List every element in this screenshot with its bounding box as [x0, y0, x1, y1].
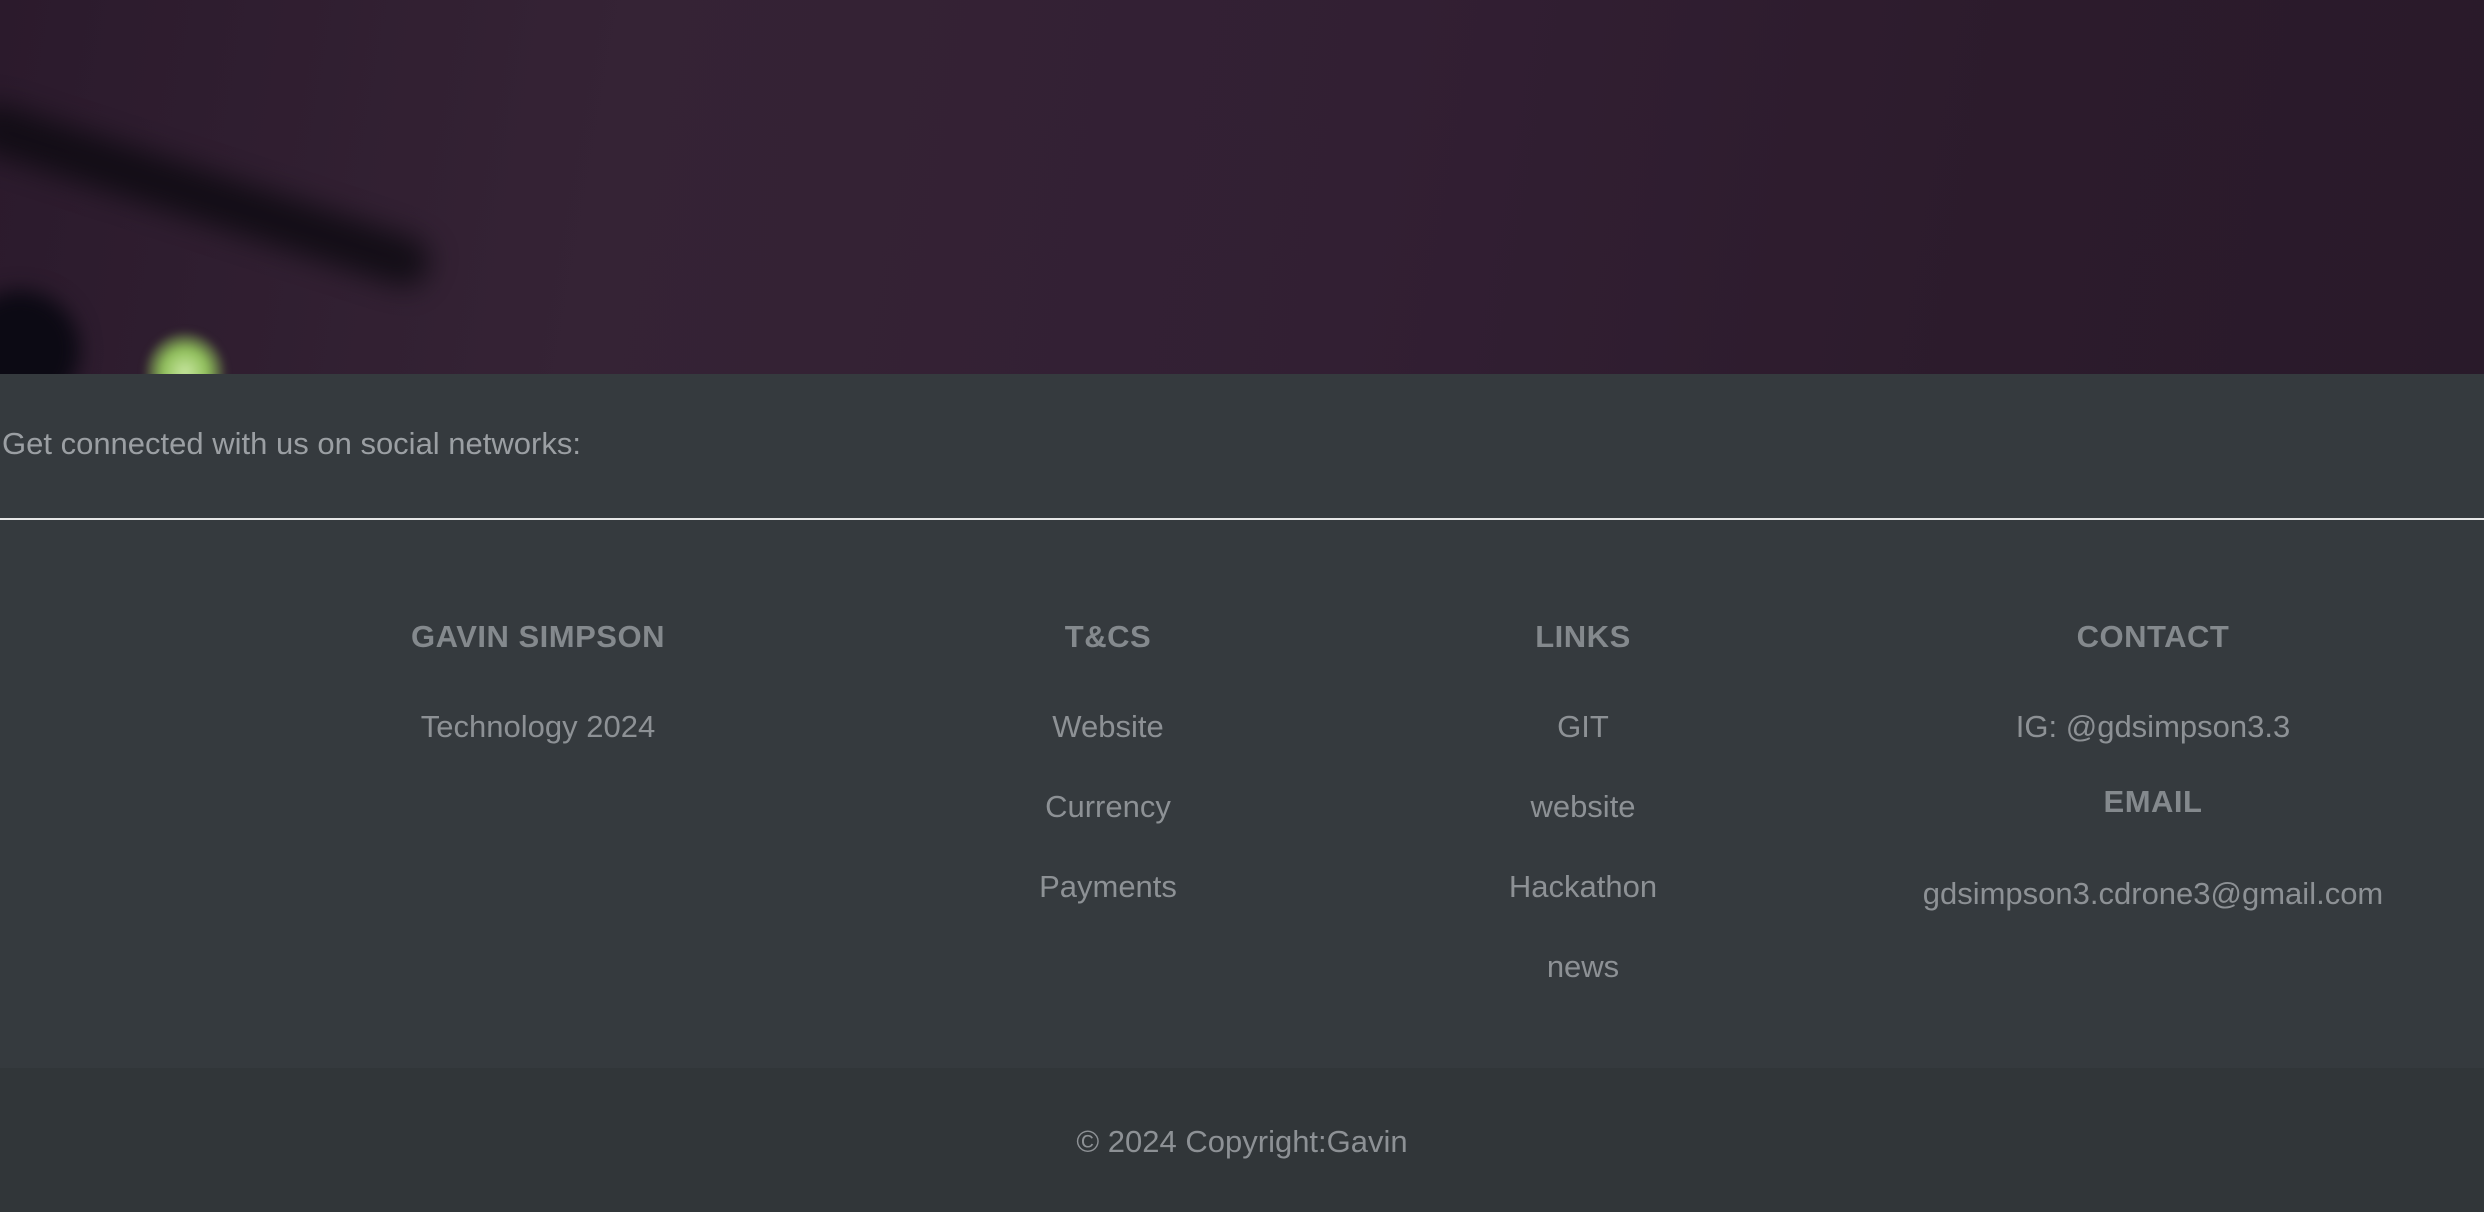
- hero-blur-shape: [0, 97, 436, 293]
- links-heading: LINKS: [1535, 619, 1631, 654]
- brand-heading: GAVIN SIMPSON: [411, 619, 665, 654]
- footer-main: GAVIN SIMPSON Technology 2024 T&CS Websi…: [0, 520, 2484, 1068]
- hero-background-image: [0, 0, 2484, 374]
- contact-email-link[interactable]: gdsimpson3.cdrone3@gmail.com: [1853, 876, 2453, 912]
- links-link-git[interactable]: GIT: [1383, 709, 1783, 745]
- links-link-hackathon[interactable]: Hackathon: [1383, 869, 1783, 905]
- email-heading: EMAIL: [2103, 784, 2203, 819]
- brand-text: Technology 2024: [420, 709, 656, 744]
- terms-link-currency[interactable]: Currency: [908, 789, 1308, 825]
- copyright-text: © 2024 Copyright:Gavin: [1076, 1124, 1408, 1159]
- hero-blur-light: [145, 332, 225, 374]
- contact-instagram-link[interactable]: IG: @gdsimpson3.3: [1853, 709, 2453, 745]
- links-link-news[interactable]: news: [1383, 949, 1783, 985]
- terms-link-website[interactable]: Website: [908, 709, 1308, 745]
- terms-link-payments[interactable]: Payments: [908, 869, 1308, 905]
- contact-heading: CONTACT: [2076, 619, 2230, 654]
- links-link-website[interactable]: website: [1383, 789, 1783, 825]
- hero-blur-shape: [0, 290, 80, 374]
- terms-heading: T&CS: [1064, 619, 1152, 654]
- social-networks-text: Get connected with us on social networks…: [2, 426, 581, 461]
